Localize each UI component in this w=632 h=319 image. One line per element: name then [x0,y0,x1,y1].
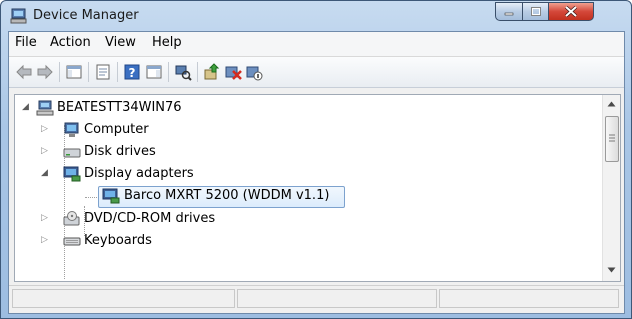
toolbar-separator [88,62,89,82]
toolbar-separator [117,62,118,82]
uninstall-icon[interactable] [224,63,242,81]
disk-drive-icon [63,148,81,158]
scroll-up-arrow-icon[interactable] [607,101,616,107]
tree-item-disk-drives[interactable]: ▷ Disk drives [37,142,197,163]
grip-icon [609,134,615,142]
tree-connector [85,197,99,198]
keyboard-icon [63,237,81,246]
computer-icon [64,122,79,137]
back-arrow-icon[interactable] [15,63,33,81]
expand-triangle-icon[interactable]: ▷ [41,213,48,223]
update-driver-icon[interactable] [203,63,221,81]
tree-root[interactable]: ◢ BEATESTT34WIN76 [17,98,217,119]
device-manager-window: Device Manager File Action View Help ? ◢… [0,0,632,319]
tree-item-dvd-cd-rom-drives[interactable]: ▷ DVD/CD-ROM drives [37,209,237,230]
status-segment [237,289,437,308]
expand-triangle-icon[interactable]: ▷ [41,146,48,156]
menu-file[interactable]: File [15,35,37,50]
forward-arrow-icon[interactable] [36,63,54,81]
tree-item-label: Display adapters [84,166,194,181]
close-button[interactable] [548,2,594,21]
collapse-triangle-icon[interactable]: ◢ [41,168,48,178]
display-adapter-icon [63,166,81,182]
menu-bar: File Action View Help [9,32,624,57]
device-manager-app-icon [10,8,27,24]
status-bar [9,285,624,313]
minimize-button[interactable] [495,2,523,21]
status-segment [12,289,235,308]
svg-text:?: ? [129,66,136,80]
toolbar-separator [197,62,198,82]
toolbar-separator [59,62,60,82]
computer-root-icon [36,100,54,116]
tree-root-label: BEATESTT34WIN76 [57,100,182,115]
tree-item-barco-mxrt-5200[interactable]: Barco MXRT 5200 (WDDM v1.1) [98,186,345,208]
close-icon [549,3,593,20]
tree-item-label: Computer [84,122,149,137]
client-area: File Action View Help ? ◢ BEATESTT34WIN7… [8,31,625,314]
menu-view[interactable]: View [105,35,136,50]
minimize-icon [496,3,522,20]
scan-hardware-icon[interactable] [174,63,192,81]
toolbar-separator [168,62,169,82]
tree-item-label: Disk drives [84,144,156,159]
status-segment [439,289,619,308]
show-hide-console-tree-icon[interactable] [65,63,83,81]
device-tree: ◢ BEATESTT34WIN76 ▷ Computer ▷ Disk driv… [14,94,621,282]
vertical-scrollbar[interactable] [602,95,620,281]
tree-item-label: Keyboards [84,233,152,248]
window-title: Device Manager [33,8,139,23]
collapse-triangle-icon[interactable]: ◢ [22,102,29,112]
tree-item-keyboards[interactable]: ▷ Keyboards [37,231,197,252]
tree-item-label: Barco MXRT 5200 (WDDM v1.1) [124,188,330,203]
tree-item-display-adapters[interactable]: ◢ Display adapters [37,164,217,185]
menu-help[interactable]: Help [152,35,182,50]
scrollbar-thumb[interactable] [605,116,619,162]
menu-action[interactable]: Action [50,35,91,50]
disable-device-icon[interactable] [245,63,263,81]
action-pane-icon[interactable] [145,63,163,81]
expand-triangle-icon[interactable]: ▷ [41,235,48,245]
maximize-button[interactable] [522,2,549,21]
tree-item-computer[interactable]: ▷ Computer [37,120,197,141]
expand-triangle-icon[interactable]: ▷ [41,124,48,134]
title-bar[interactable]: Device Manager [1,1,631,31]
dvd-drive-icon [63,211,80,226]
toolbar: ? [9,57,624,88]
maximize-icon [523,3,548,20]
properties-icon[interactable] [94,63,112,81]
tree-item-label: DVD/CD-ROM drives [84,211,216,226]
scroll-down-arrow-icon[interactable] [607,267,616,273]
display-adapter-icon [102,188,120,204]
help-icon[interactable]: ? [123,63,141,81]
